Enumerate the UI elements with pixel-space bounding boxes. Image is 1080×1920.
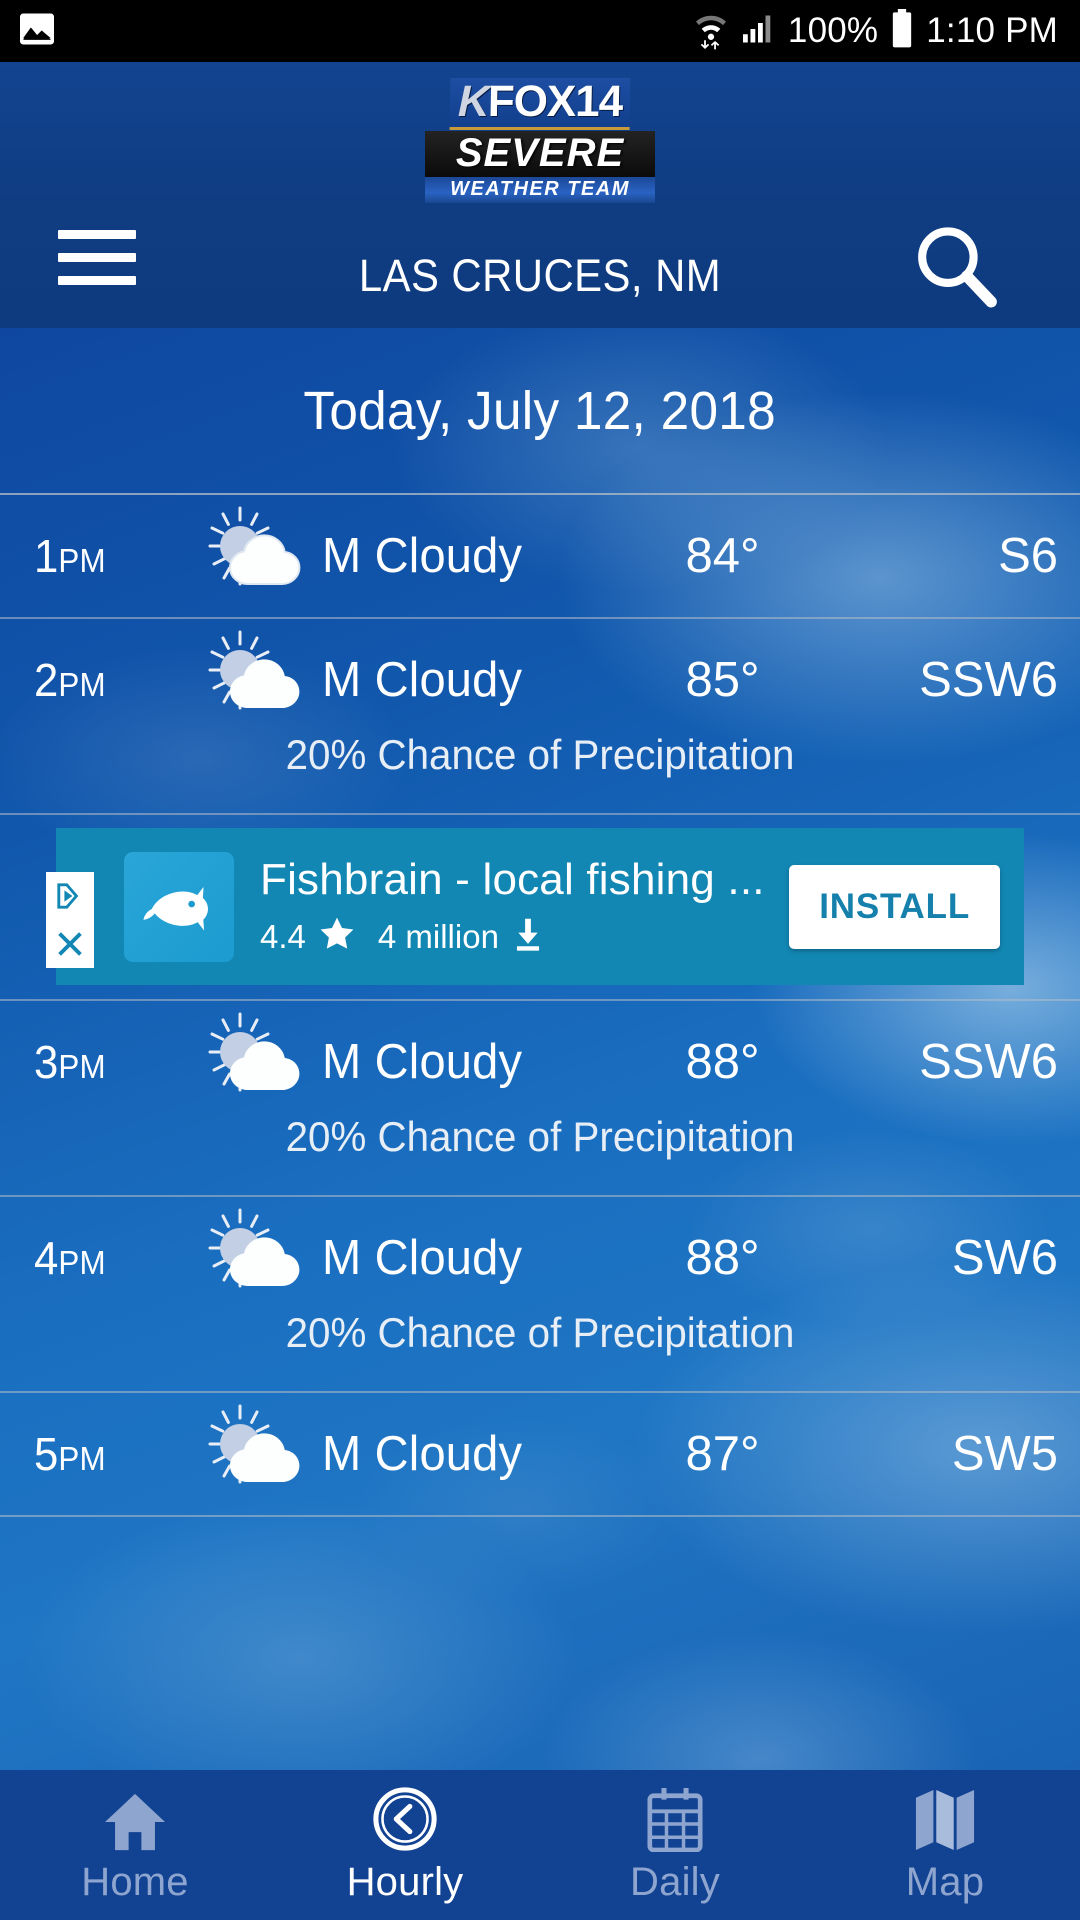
date-header: Today, July 12, 2018 [0, 328, 1080, 495]
forecast-ampm: PM [58, 1440, 106, 1477]
nav-item-home[interactable]: Home [0, 1770, 270, 1920]
wifi-icon [694, 8, 728, 55]
star-icon [318, 915, 356, 958]
kfox14-severe-weather-team-logo: KFOX14 SEVERE WEATHER TEAM [425, 77, 655, 203]
forecast-precipitation: 20% Chance of Precipitation [285, 1113, 795, 1160]
sun-behind-cloud-icon [194, 628, 322, 732]
clock-label: 1:10 PM [926, 11, 1058, 50]
logo-weather-team-text: WEATHER TEAM [425, 177, 655, 203]
forecast-temperature: 84° [685, 529, 760, 583]
forecast-time: 5PM [34, 1427, 186, 1481]
forecast-wind: SW5 [951, 1427, 1058, 1481]
nav-item-map[interactable]: Map [810, 1770, 1080, 1920]
forecast-condition: M Cloudy [322, 1231, 523, 1285]
forecast-ampm: PM [58, 1244, 106, 1281]
forecast-hour: 2 [34, 654, 59, 706]
forecast-wind: SSW6 [919, 653, 1058, 707]
install-button[interactable]: INSTALL [789, 864, 1000, 949]
map-icon [914, 1786, 976, 1852]
forecast-temperature: 85° [685, 653, 760, 707]
logo-fox14-text: FOX14 [487, 77, 623, 126]
sun-behind-cloud-icon [194, 1206, 322, 1310]
ad-text-block: Fishbrain - local fishing ... 4.4 4 mill… [260, 855, 789, 958]
clock-icon [372, 1786, 438, 1852]
forecast-hour: 4 [34, 1232, 59, 1284]
close-icon[interactable] [46, 920, 94, 968]
forecast-hour: 1 [34, 530, 59, 582]
ad-rating: 4.4 [260, 917, 306, 955]
battery-percent-label: 100% [787, 11, 879, 50]
bottom-navigation-bar: Home Hourly Daily Map [0, 1770, 1080, 1920]
forecast-time: 4PM [34, 1231, 186, 1285]
forecast-hour: 5 [34, 1428, 59, 1480]
location-label: LAS CRUCES, NM [358, 250, 722, 301]
ad-title: Fishbrain - local fishing ... [260, 855, 765, 904]
nav-label-home: Home [81, 1859, 189, 1904]
advertisement-banner[interactable]: Fishbrain - local fishing ... 4.4 4 mill… [46, 828, 1024, 985]
adchoices-icon[interactable] [46, 872, 94, 920]
fish-icon [124, 851, 234, 962]
sun-behind-cloud-icon [194, 504, 322, 608]
forecast-temperature: 88° [685, 1035, 760, 1089]
advertisement-container: Fishbrain - local fishing ... 4.4 4 mill… [0, 815, 1080, 1001]
nav-label-hourly: Hourly [346, 1859, 464, 1904]
page-title: Today, July 12, 2018 [303, 380, 777, 441]
forecast-condition: M Cloudy [322, 653, 523, 707]
forecast-row-main: 2PM M Cloudy 85° SSW6 [0, 619, 1080, 741]
forecast-time: 2PM [34, 653, 186, 707]
nav-label-daily: Daily [630, 1859, 720, 1904]
weather-app-screen: 100% 1:10 PM KFOX14 SEVERE WEATHER TEAM … [0, 0, 1080, 1920]
download-icon [511, 915, 545, 958]
forecast-temperature: 88° [685, 1231, 760, 1285]
ad-meta: 4.4 4 million [260, 915, 789, 958]
ad-badges [46, 872, 94, 968]
forecast-wind: SSW6 [919, 1035, 1058, 1089]
forecast-temperature: 87° [685, 1427, 760, 1481]
table-row[interactable]: 3PM M Cloudy 88° SSW6 20% Chance of Prec… [0, 1001, 1080, 1197]
hamburger-bar [58, 230, 136, 239]
forecast-row-main: 3PM M Cloudy 88° SSW6 [0, 1001, 1080, 1123]
status-bar: 100% 1:10 PM [0, 0, 1080, 62]
status-bar-left [18, 12, 56, 51]
logo-kfox14: KFOX14 [449, 77, 631, 130]
forecast-ampm: PM [58, 1048, 106, 1085]
home-icon [102, 1786, 168, 1852]
forecast-ampm: PM [58, 666, 106, 703]
status-bar-right: 100% 1:10 PM [694, 8, 1058, 55]
table-row[interactable]: 1PM M Cloudy 84° S6 [0, 495, 1080, 619]
sun-behind-cloud-icon [194, 1010, 322, 1114]
nav-item-daily[interactable]: Daily [540, 1770, 810, 1920]
sun-behind-cloud-icon [194, 1402, 322, 1506]
forecast-condition: M Cloudy [322, 529, 523, 583]
forecast-time: 1PM [34, 529, 186, 583]
app-header: KFOX14 SEVERE WEATHER TEAM LAS CRUCES, N… [0, 62, 1080, 328]
battery-icon [890, 8, 914, 54]
cellular-signal-icon [740, 12, 776, 51]
forecast-wind: SW6 [951, 1231, 1058, 1285]
forecast-row-main: 4PM M Cloudy 88° SW6 [0, 1197, 1080, 1319]
hourly-forecast-list: Today, July 12, 2018 1PM M Cloudy 84° S6… [0, 328, 1080, 1770]
logo-severe-text: SEVERE [425, 131, 655, 177]
forecast-row-main: 5PM M Cloudy 87° SW5 [0, 1393, 1080, 1515]
image-icon [18, 12, 56, 51]
table-row[interactable]: 4PM M Cloudy 88° SW6 20% Chance of Preci… [0, 1197, 1080, 1393]
forecast-row-main: 1PM M Cloudy 84° S6 [0, 495, 1080, 617]
forecast-precipitation: 20% Chance of Precipitation [285, 731, 795, 778]
nav-label-map: Map [905, 1859, 985, 1904]
forecast-hour: 3 [34, 1036, 59, 1088]
forecast-time: 3PM [34, 1035, 186, 1089]
forecast-precipitation: 20% Chance of Precipitation [285, 1309, 795, 1356]
nav-item-hourly[interactable]: Hourly [270, 1770, 540, 1920]
forecast-ampm: PM [58, 542, 106, 579]
table-row[interactable]: 2PM M Cloudy 85° SSW6 20% Chance of Prec… [0, 619, 1080, 815]
calendar-icon [644, 1786, 706, 1852]
logo-k-letter: K [457, 77, 489, 126]
forecast-condition: M Cloudy [322, 1035, 523, 1089]
ad-downloads: 4 million [377, 917, 499, 955]
forecast-wind: S6 [998, 529, 1058, 583]
table-row[interactable]: 5PM M Cloudy 87° SW5 [0, 1393, 1080, 1517]
forecast-condition: M Cloudy [322, 1427, 523, 1481]
